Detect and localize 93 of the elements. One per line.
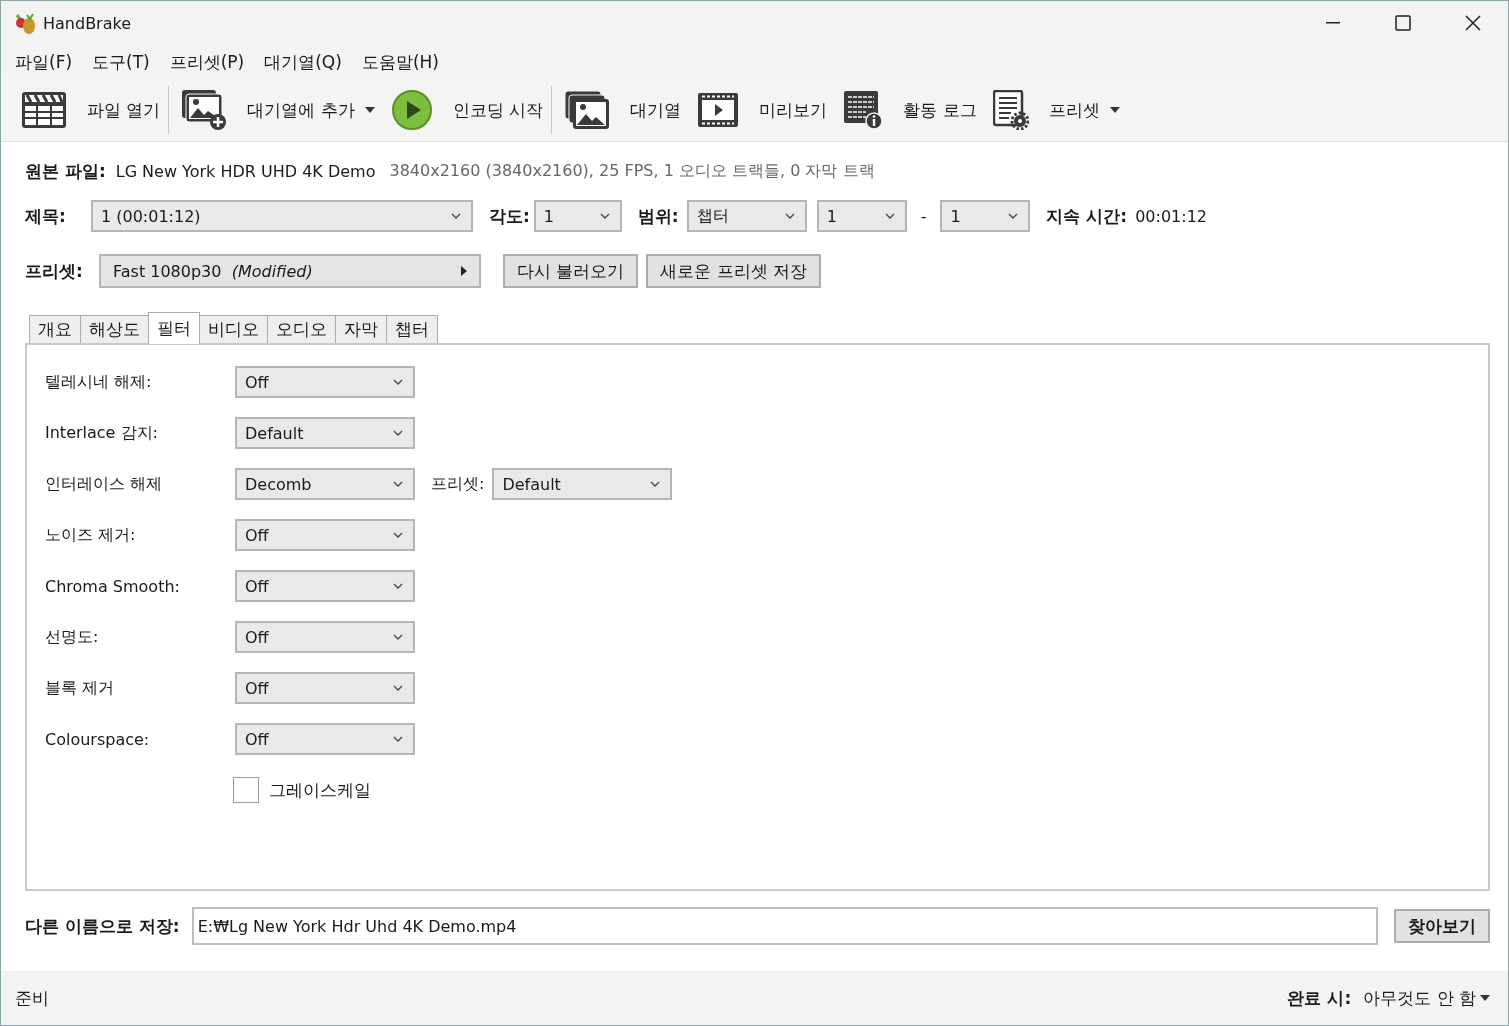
tab[interactable]: 개요 xyxy=(29,315,81,343)
chevron-icon xyxy=(884,213,895,219)
tab[interactable]: 필터 xyxy=(148,312,200,344)
filter-dropdown[interactable]: Default xyxy=(235,417,415,449)
chevron-icon xyxy=(393,583,403,589)
range-dropdown[interactable]: 챕터 xyxy=(686,200,807,232)
preset-selector[interactable]: Fast 1080p30 (Modified) xyxy=(99,254,481,288)
filter-label: 텔레시네 해제: xyxy=(45,371,153,393)
save-as-field[interactable]: E:₩Lg New York Hdr Uhd 4K Demo.mp4 xyxy=(191,907,1378,945)
app-logo-icon xyxy=(13,11,37,35)
filter-dropdown[interactable]: Off xyxy=(235,519,415,551)
chevron-icon xyxy=(393,430,403,436)
images-icon xyxy=(564,90,611,130)
toolbar-button[interactable]: 대기열에 추가 xyxy=(173,82,383,138)
when-done-label: 완료 시: xyxy=(1287,986,1352,1010)
chevron-icon xyxy=(393,532,403,538)
chevron-icon xyxy=(599,213,610,219)
chevron-icon xyxy=(393,685,403,691)
preset-label: 프리셋: xyxy=(25,259,84,283)
maximize-icon xyxy=(1395,15,1411,31)
filter-dropdown[interactable]: Off xyxy=(235,621,415,653)
save-as-label: 다른 이름으로 저장: xyxy=(25,914,180,938)
filter-label: 블록 제거 xyxy=(45,677,116,699)
preset-settings-icon xyxy=(992,90,1029,130)
angle-label: 각도: xyxy=(489,204,530,228)
filter-label: 인터레이스 해제 xyxy=(45,473,164,495)
filter-preset-label: 프리셋: xyxy=(431,473,485,495)
tab[interactable]: 챕터 xyxy=(386,315,438,343)
tab[interactable]: 비디오 xyxy=(199,315,268,343)
chevron-icon xyxy=(1008,213,1019,219)
preset-action-button[interactable]: 새로운 프리셋 저장 xyxy=(646,254,822,288)
film-icon xyxy=(697,92,740,128)
log-icon xyxy=(843,90,884,130)
filter-dropdown[interactable]: Off xyxy=(235,366,415,398)
chevron-icon xyxy=(650,481,661,487)
menu-item[interactable]: 대기열(Q) xyxy=(254,50,352,74)
chevron-icon xyxy=(393,481,403,487)
filter-label: Interlace 감지: xyxy=(45,422,159,444)
toolbar-button[interactable]: 대기열 xyxy=(556,82,690,138)
filter-label: 노이즈 제거: xyxy=(45,524,137,546)
menu-item[interactable]: 도움말(H) xyxy=(351,50,449,74)
caret-icon xyxy=(1480,995,1490,1001)
toolbar-button[interactable]: 파일 열기 xyxy=(13,86,170,134)
filter-dropdown[interactable]: Off xyxy=(235,570,415,602)
minimize-icon xyxy=(1326,22,1340,24)
toolbar-button[interactable]: 미리보기 xyxy=(689,82,836,138)
range-start-dropdown[interactable]: 1 xyxy=(816,200,907,232)
when-done-dropdown[interactable]: 아무것도 안 함 xyxy=(1363,986,1490,1010)
play-icon xyxy=(390,89,433,131)
toolbar-button[interactable]: 프리셋 xyxy=(984,82,1128,138)
title-dropdown[interactable]: 1 (00:01:12) xyxy=(91,200,473,232)
range-separator: - xyxy=(920,206,927,226)
chevron-icon xyxy=(393,634,403,640)
filter-label: Colourspace: xyxy=(45,729,151,749)
duration-value: 00:01:12 xyxy=(1135,206,1207,226)
source-name: LG New York HDR UHD 4K Demo xyxy=(115,161,376,181)
angle-dropdown[interactable]: 1 xyxy=(533,200,622,232)
filter-dropdown[interactable]: Off xyxy=(235,672,415,704)
close-icon xyxy=(1465,15,1481,31)
filter-preset-dropdown[interactable]: Default xyxy=(492,468,673,500)
chevron-icon xyxy=(393,736,403,742)
triangle-right-icon xyxy=(461,266,467,276)
tab[interactable]: 자막 xyxy=(335,315,387,343)
filter-dropdown[interactable]: Decomb xyxy=(235,468,415,500)
add-image-icon xyxy=(181,89,228,131)
tab[interactable]: 오디오 xyxy=(267,315,336,343)
preset-action-button[interactable]: 다시 불러오기 xyxy=(503,254,639,288)
title-label: 제목: xyxy=(25,204,67,228)
source-info: 3840x2160 (3840x2160), 25 FPS, 1 오디오 트랙들, 0 자막 트랙 xyxy=(389,160,875,182)
caret-icon xyxy=(1109,107,1120,113)
filter-label: 선명도: xyxy=(45,626,100,648)
caret-icon xyxy=(364,107,375,113)
checkbox[interactable] xyxy=(233,777,259,803)
window-title: HandBrake xyxy=(43,13,133,33)
toolbar-button[interactable]: 인코딩 시작 xyxy=(382,86,553,134)
chevron-icon xyxy=(784,213,795,219)
checkbox-label: 그레이스케일 xyxy=(269,778,371,802)
filter-dropdown[interactable]: Off xyxy=(235,723,415,755)
menu-item[interactable]: 파일(F) xyxy=(5,50,83,74)
range-end-dropdown[interactable]: 1 xyxy=(940,200,1031,232)
status-text: 준비 xyxy=(15,986,50,1010)
clapperboard-icon xyxy=(21,91,67,129)
toolbar-button[interactable]: 활동 로그 xyxy=(835,82,985,138)
browse-button[interactable]: 찾아보기 xyxy=(1394,909,1490,943)
tab[interactable]: 해상도 xyxy=(80,315,149,343)
menu-item[interactable]: 도구(T) xyxy=(82,50,160,74)
filter-label: Chroma Smooth: xyxy=(45,576,181,596)
menu-item[interactable]: 프리셋(P) xyxy=(159,50,255,74)
chevron-icon xyxy=(393,379,403,385)
source-label: 원본 파일: xyxy=(25,159,106,183)
duration-label: 지속 시간: xyxy=(1046,204,1128,228)
range-label: 범위: xyxy=(637,204,679,228)
chevron-icon xyxy=(451,213,461,219)
